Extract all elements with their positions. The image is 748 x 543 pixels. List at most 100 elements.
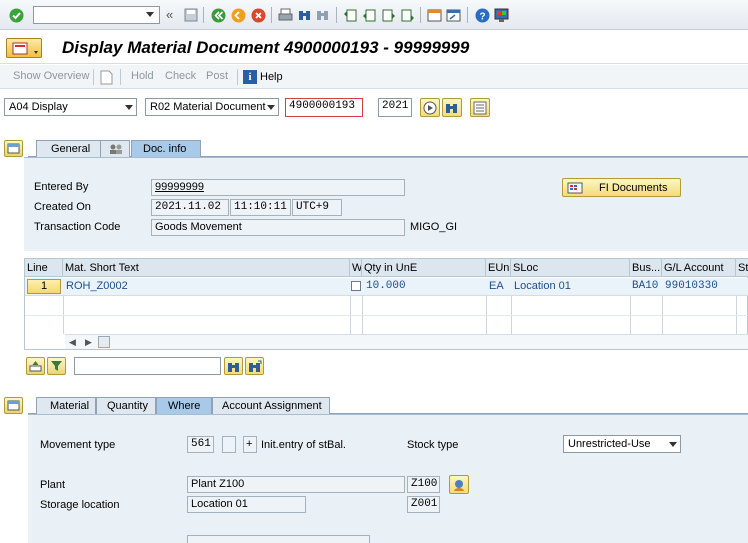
collapse-detail-button[interactable] [4,397,23,414]
col-st[interactable]: St [736,259,748,277]
svg-text:?: ? [479,11,485,22]
find-document-button[interactable] [442,98,462,117]
collapse-header-button[interactable] [4,140,23,157]
items-table: Line Mat. Short Text W Qty in UnE EUn SL… [24,258,748,350]
document-number-input[interactable]: 4900000193 [285,98,363,117]
col-w[interactable]: W [350,259,362,277]
exit-icon[interactable] [230,7,246,23]
col-line[interactable]: Line [25,259,63,277]
scroll-thumb[interactable] [98,336,110,348]
help-button[interactable]: i Help [243,68,283,86]
bus-cell[interactable]: BA10 [630,278,662,296]
table-header: Line Mat. Short Text W Qty in UnE EUn SL… [25,259,748,277]
toolbar-separator [336,7,337,23]
new-document-icon[interactable] [98,69,114,85]
enter-icon[interactable] [8,7,24,23]
chevron-down-icon [669,442,677,447]
line-number-cell[interactable]: 1 [27,279,61,294]
toolbar-separator [203,7,204,23]
show-overview-button[interactable]: Show Overview [13,70,89,82]
tab-doc-info[interactable]: Doc. info [131,140,201,157]
table-search-input[interactable] [74,357,221,375]
back-icon[interactable] [210,7,226,23]
scroll-right-icon[interactable]: ▶ [85,337,92,348]
gl-account-cell[interactable]: 99010330 [663,278,735,296]
col-qty[interactable]: Qty in UnE [362,259,486,277]
tab-quantity-label: Quantity [107,400,148,412]
table-settings-button[interactable] [26,357,45,375]
empty-row-divider [25,315,748,316]
horizontal-scrollbar[interactable]: ◀ ▶ [65,334,748,349]
mat-short-text-cell[interactable]: ROH_Z0002 [64,278,349,296]
table-find-button[interactable] [224,357,243,375]
last-page-icon[interactable] [399,7,415,23]
eun-cell[interactable]: EA [487,278,511,296]
find-next-icon[interactable] [314,7,330,23]
sloc-cell[interactable]: Location 01 [512,278,629,296]
tab-material-label: Material [50,400,90,412]
command-field-dropdown-icon[interactable] [146,12,154,17]
save-icon[interactable] [183,7,199,23]
tab-material[interactable]: Material [36,397,96,414]
post-button[interactable]: Post [206,70,228,82]
entered-by-field: 99999999 [151,179,405,196]
qty-cell[interactable]: 10.000 [364,278,484,296]
doc-info-panel [24,157,748,251]
toolbar-separator [271,7,272,23]
storage-location-field: Location 01 [187,496,306,513]
toolbar-separator [237,69,238,85]
col-gl-account[interactable]: G/L Account [662,259,736,277]
entered-by-label: Entered By [34,181,89,193]
table-find-next-button[interactable] [245,357,264,375]
print-icon[interactable] [277,7,293,23]
plant-icon [454,479,464,491]
col-mat-short-text[interactable]: Mat. Short Text [63,259,350,277]
table-row[interactable]: 1 ROH_Z0002 10.000 EA Location 01 BA10 9… [25,278,748,296]
action-select[interactable]: A04 Display [4,98,137,116]
execute-button[interactable] [420,98,440,117]
movement-type-text: Init.entry of stBal. [261,439,346,451]
cancel-icon[interactable] [250,7,266,23]
tab-where[interactable]: Where [156,397,212,414]
menu-icon[interactable] [6,38,42,58]
year-input[interactable]: 2021 [378,98,412,117]
movement-type-label: Movement type [40,439,116,451]
col-eun[interactable]: EUn [486,259,511,277]
col-bus[interactable]: Bus... [630,259,662,277]
toolbar-separator [420,7,421,23]
check-button[interactable]: Check [165,70,196,82]
scroll-left-icon[interactable]: ◀ [69,337,76,348]
filter-button[interactable] [47,357,66,375]
tab-general[interactable]: General [36,140,102,157]
find-icon[interactable] [296,7,312,23]
tab-partner[interactable] [100,140,130,157]
fi-documents-button[interactable]: FI Documents [562,178,681,197]
created-time-field: 11:10:11 [230,199,291,216]
action-select-value: A04 Display [9,101,68,113]
document-list-button[interactable] [470,98,490,117]
shortcut-icon[interactable] [445,7,461,23]
help-icon[interactable]: ? [474,7,490,23]
stock-type-select[interactable]: Unrestricted-Use [563,435,681,453]
prev-page-icon[interactable] [361,7,377,23]
command-field[interactable] [33,6,160,24]
customize-icon[interactable] [493,7,509,23]
chevron-down-icon [267,105,275,110]
plant-address-button[interactable] [449,475,469,494]
next-page-icon[interactable] [380,7,396,23]
col-sloc[interactable]: SLoc [511,259,630,277]
plant-label: Plant [40,479,66,491]
hold-button[interactable]: Hold [131,70,154,82]
tab-quantity[interactable]: Quantity [96,397,156,414]
first-page-icon[interactable] [342,7,358,23]
storage-location-label: Storage location [40,499,120,511]
tab-where-label: Where [168,400,201,412]
w-checkbox[interactable] [351,281,361,291]
new-session-icon[interactable] [426,7,442,23]
movement-indicator-field: + [243,436,257,453]
transaction-code-label: Transaction Code [34,221,121,233]
collapse-icon[interactable]: « [166,7,173,22]
reference-select[interactable]: R02 Material Document [145,98,279,116]
toolbar-separator [467,7,468,23]
tab-account-assignment[interactable]: Account Assignment [212,397,330,414]
